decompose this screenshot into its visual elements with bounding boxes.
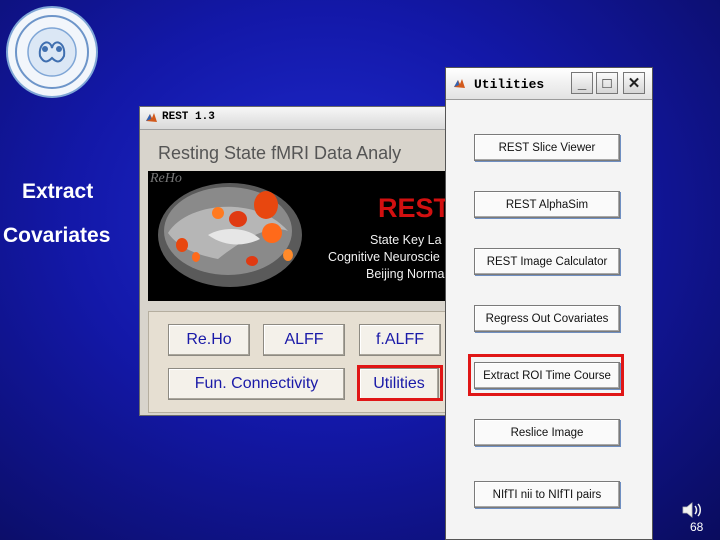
slide-label-covariates: Covariates [3, 224, 111, 247]
institution-line-3: Beijing Norma [366, 267, 445, 281]
close-icon: ✕ [627, 75, 641, 92]
nifti-nii-to-nifti-pairs-button[interactable]: NIfTI nii to NIfTI pairs [474, 481, 620, 508]
regress-out-covariates-button[interactable]: Regress Out Covariates [474, 305, 620, 332]
utilities-window: Utilities _ □ ✕ REST Slice Viewer REST A… [445, 67, 653, 540]
reho-button[interactable]: Re.Ho [168, 324, 250, 356]
brain-banner: ReHo REST State Key La Cognitive Neurosc… [148, 171, 450, 301]
rest-alphasim-button[interactable]: REST AlphaSim [474, 191, 620, 218]
utilities-titlebar: Utilities _ □ ✕ [446, 68, 652, 100]
university-logo [6, 6, 98, 98]
fun-connectivity-button[interactable]: Fun. Connectivity [168, 368, 345, 400]
minimize-button[interactable]: _ [571, 72, 593, 94]
university-logo-icon [15, 15, 89, 89]
rest-window-title: REST 1.3 [162, 111, 215, 123]
rest-main-window: REST 1.3 Resting State fMRI Data Analy R… [139, 106, 450, 416]
brain-caption: ReHo [150, 171, 182, 186]
matlab-icon [146, 113, 157, 122]
maximize-icon: □ [602, 74, 612, 92]
speaker-icon[interactable] [681, 500, 705, 520]
institution-line-1: State Key La [370, 233, 442, 247]
minimize-icon: _ [577, 74, 587, 92]
alff-button[interactable]: ALFF [263, 324, 345, 356]
rest-image-calculator-button[interactable]: REST Image Calculator [474, 248, 620, 275]
falff-button[interactable]: f.ALFF [359, 324, 441, 356]
utilities-highlight-box [357, 365, 443, 401]
brain-image [158, 183, 302, 287]
slide-label-extract: Extract [22, 180, 94, 203]
maximize-button[interactable]: □ [596, 72, 618, 94]
close-button[interactable]: ✕ [623, 72, 645, 94]
page-number: 68 [690, 520, 704, 534]
rest-product-name: REST [378, 193, 450, 223]
extract-roi-highlight-box [468, 354, 624, 396]
utilities-window-title: Utilities [474, 77, 545, 92]
institution-line-2: Cognitive Neuroscie [328, 250, 440, 264]
rest-heading: Resting State fMRI Data Analy [158, 143, 402, 163]
matlab-icon [454, 79, 465, 88]
rest-titlebar: REST 1.3 [140, 107, 448, 130]
rest-slice-viewer-button[interactable]: REST Slice Viewer [474, 134, 620, 161]
reslice-image-button[interactable]: Reslice Image [474, 419, 620, 446]
